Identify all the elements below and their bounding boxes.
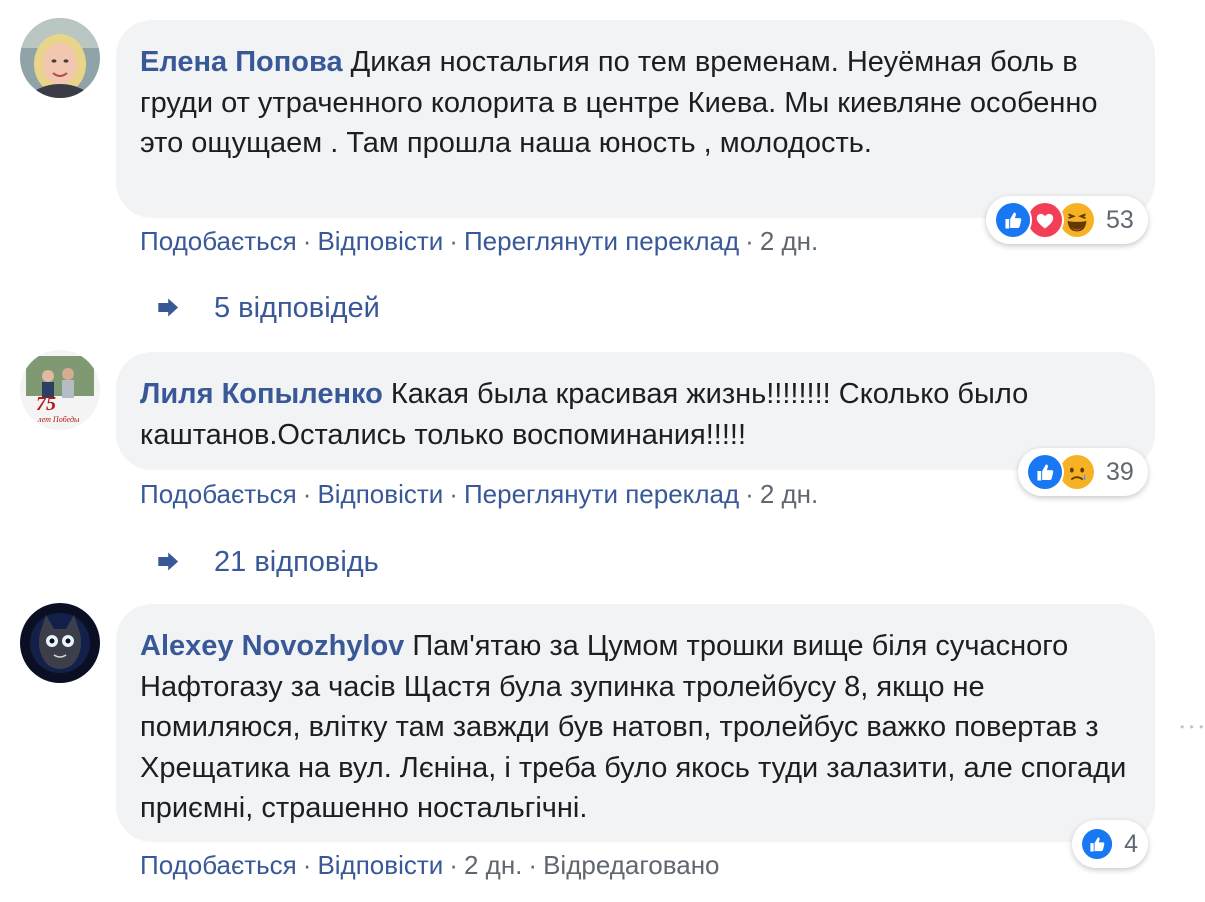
- reactions-summary[interactable]: 4: [1072, 820, 1148, 868]
- separator: ·: [528, 850, 538, 880]
- reaction-count: 53: [1106, 205, 1134, 234]
- like-link[interactable]: Подобається: [140, 850, 297, 880]
- avatar[interactable]: 75 лет Победы: [20, 350, 100, 430]
- avatar-photo: [20, 18, 100, 98]
- separator: ·: [745, 479, 754, 509]
- replies-count: 21 відповідь: [214, 546, 379, 578]
- separator: ·: [302, 850, 312, 880]
- comment-bubble: Елена Попова Дикая ностальгия по тем врем…: [116, 20, 1155, 218]
- like-icon: [1026, 453, 1064, 491]
- like-icon: [994, 201, 1032, 239]
- replies-count: 5 відповідей: [214, 292, 380, 324]
- avatar-caption: лет Победы: [37, 415, 80, 424]
- comment-author[interactable]: Alexey Novozhylov: [140, 630, 404, 662]
- like-icon: [1080, 825, 1115, 863]
- timestamp[interactable]: 2 дн.: [760, 479, 818, 509]
- translate-link[interactable]: Переглянути переклад: [464, 479, 739, 509]
- comment-actions: Подобається · Відповісти · 2 дн. · Відредагова…: [140, 850, 720, 881]
- reply-link[interactable]: Відповісти: [317, 479, 443, 509]
- reactions-summary[interactable]: 53: [986, 196, 1148, 244]
- separator: ·: [745, 226, 754, 256]
- reaction-count: 4: [1124, 829, 1138, 858]
- reply-link[interactable]: Відповісти: [317, 226, 443, 256]
- like-link[interactable]: Подобається: [140, 226, 297, 256]
- like-link[interactable]: Подобається: [140, 479, 297, 509]
- comment-author[interactable]: Елена Попова: [140, 46, 343, 78]
- comment-bubble: Alexey Novozhylov Пам'ятаю за Цумом трошк…: [116, 604, 1155, 842]
- avatar-photo: [20, 603, 100, 683]
- view-replies-link[interactable]: 5 відповідей: [152, 292, 380, 325]
- more-options-icon[interactable]: • • •: [1180, 720, 1204, 734]
- translate-link[interactable]: Переглянути переклад: [464, 226, 739, 256]
- avatar[interactable]: [20, 18, 100, 98]
- separator: ·: [302, 479, 312, 509]
- avatar-photo: 75 лет Победы: [20, 350, 100, 430]
- reaction-count: 39: [1106, 457, 1134, 486]
- comment-author[interactable]: Лиля Копыленко: [140, 378, 383, 410]
- comment-actions: Подобається · Відповісти · Переглянути перек…: [140, 226, 818, 257]
- reply-arrow-icon: [158, 298, 179, 316]
- avatar[interactable]: [20, 603, 100, 683]
- comment-bubble: Лиля Копыленко Какая была красивая жизнь!…: [116, 352, 1155, 470]
- view-replies-link[interactable]: 21 відповідь: [152, 546, 379, 579]
- comment-actions: Подобається · Відповісти · Переглянути перек…: [140, 479, 818, 510]
- edited-label[interactable]: Відредаговано: [543, 850, 719, 880]
- timestamp[interactable]: 2 дн.: [760, 226, 818, 256]
- reactions-summary[interactable]: 39: [1018, 448, 1148, 496]
- separator: ·: [449, 479, 458, 509]
- reply-link[interactable]: Відповісти: [317, 850, 443, 880]
- timestamp[interactable]: 2 дн.: [464, 850, 522, 880]
- separator: ·: [449, 850, 458, 880]
- separator: ·: [449, 226, 458, 256]
- reply-arrow-icon: [158, 552, 179, 570]
- avatar-number: 75: [36, 393, 56, 415]
- separator: ·: [302, 226, 312, 256]
